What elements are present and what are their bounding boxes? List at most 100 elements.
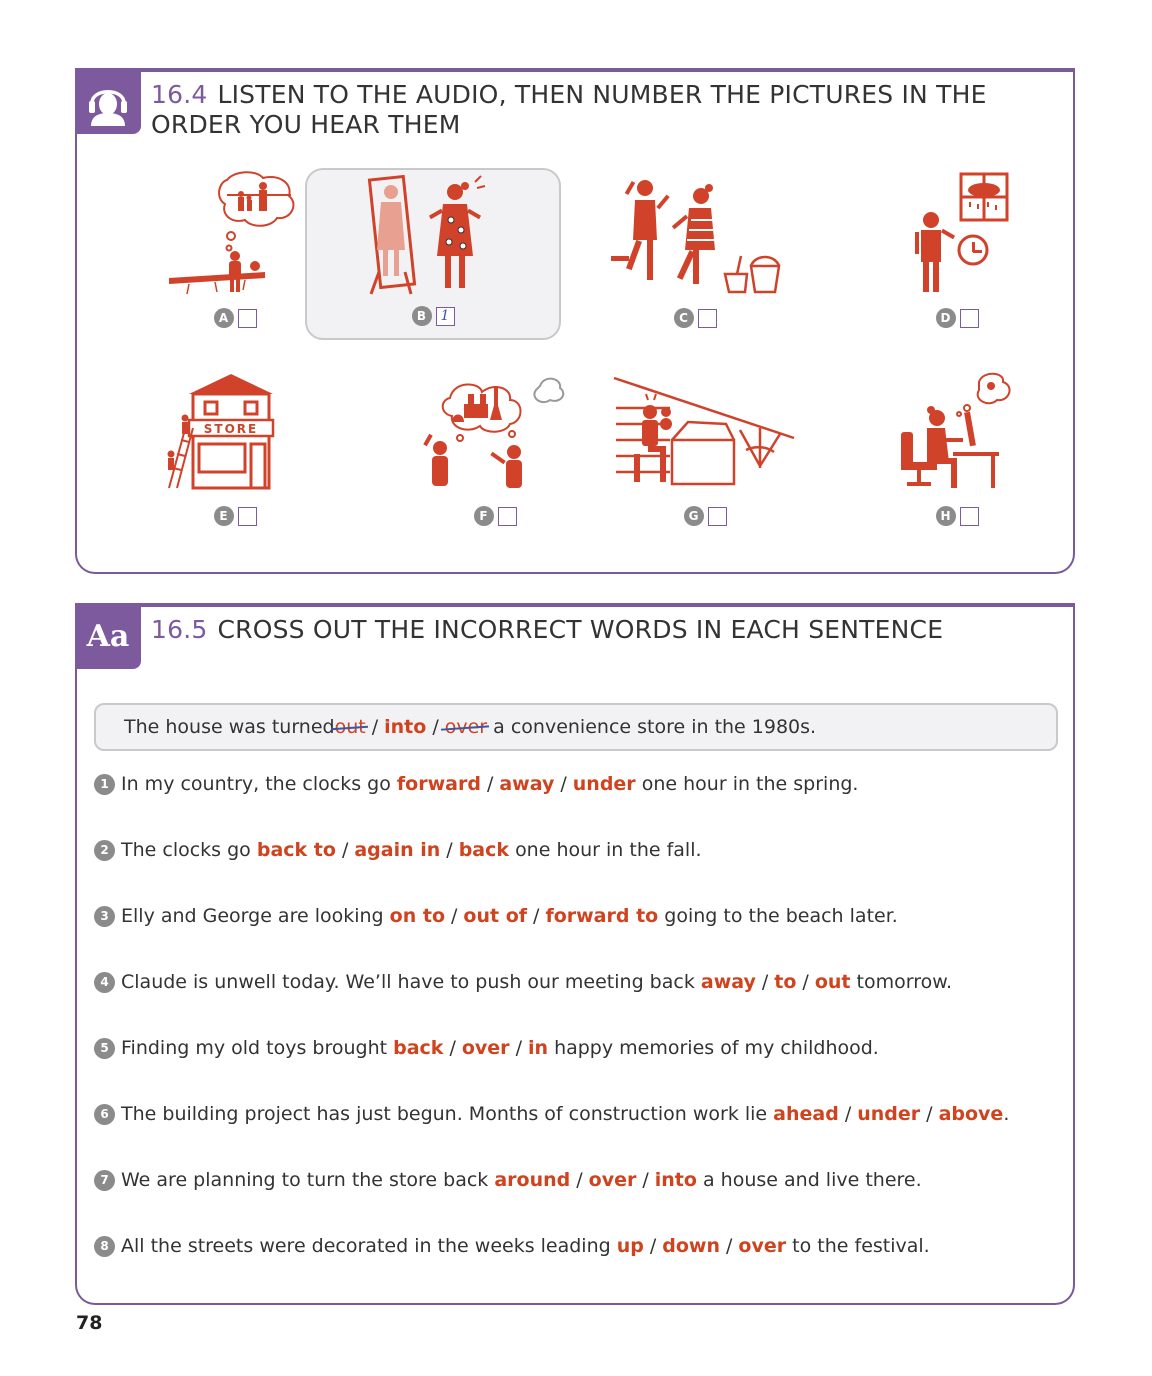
example-option-struck[interactable]: out [335, 716, 366, 738]
picture-b: B 1 [305, 168, 561, 340]
sentence-number: 3 [94, 905, 115, 927]
sentence-text: The building project has just begun. Mon… [121, 1103, 1010, 1125]
word-option[interactable]: around [494, 1169, 570, 1191]
person-remembering-family-icon [169, 171, 295, 295]
word-option[interactable]: under [857, 1103, 920, 1125]
sentence-before: Claude is unwell today. We’ll have to pu… [121, 971, 695, 993]
sentence-text: Claude is unwell today. We’ll have to pu… [121, 971, 953, 993]
word-option[interactable]: over [738, 1235, 786, 1257]
word-option[interactable]: out [815, 971, 851, 993]
headphones-person-icon [89, 90, 127, 126]
sentence-number: 7 [94, 1169, 115, 1191]
example-text-after: a convenience store in the 1980s. [493, 716, 817, 738]
example-option-correct[interactable]: into [384, 716, 426, 738]
sentence-number: 8 [94, 1235, 115, 1257]
word-option[interactable]: over [589, 1169, 637, 1191]
word-option[interactable]: away [701, 971, 756, 993]
sentence-3: 3 Elly and George are looking on to / out o… [94, 903, 1054, 929]
example-option-struck[interactable]: over [445, 716, 487, 738]
word-option[interactable]: out of [463, 905, 527, 927]
word-option[interactable]: down [662, 1235, 720, 1257]
word-option[interactable]: under [573, 773, 636, 795]
picture-d-label: D [829, 308, 1085, 328]
sentence-number: 4 [94, 971, 115, 993]
exercise-title: LISTEN TO THE AUDIO, THEN NUMBER THE PIC… [151, 80, 987, 139]
store-sign-text: STORE [204, 422, 258, 436]
picture-b-label: B 1 [307, 306, 559, 326]
vocabulary-tab: Aa [75, 603, 141, 669]
picture-c-label: C [567, 308, 823, 328]
sentence-number: 1 [94, 773, 115, 795]
picture-d: D [829, 168, 1085, 340]
listening-tab [75, 68, 141, 134]
sentence-text: Finding my old toys brought back / over / in… [121, 1037, 879, 1059]
exercise-title: CROSS OUT THE INCORRECT WORDS IN EACH SE… [217, 615, 944, 644]
word-option[interactable]: to [774, 971, 796, 993]
sentence-number: 2 [94, 839, 115, 861]
answer-box-e[interactable] [237, 506, 257, 526]
answer-box-g[interactable] [707, 506, 727, 526]
word-option[interactable]: back [459, 839, 509, 861]
letter-badge: G [683, 506, 704, 526]
picture-h-label: H [829, 506, 1085, 526]
answer-box-d[interactable] [959, 308, 979, 328]
word-option[interactable]: up [617, 1235, 644, 1257]
picture-h: H [829, 366, 1085, 538]
sentence-2: 2 The clocks go back to / again in / back one… [94, 837, 1054, 863]
sentence-after: one hour in the spring. [641, 773, 859, 795]
word-option[interactable]: again in [354, 839, 440, 861]
exercise-16-4-panel: 16.4 LISTEN TO THE AUDIO, THEN NUMBER THE… [75, 68, 1075, 574]
letter-badge: B [411, 306, 432, 326]
word-option[interactable]: into [655, 1169, 697, 1191]
sentence-before: The building project has just begun. Mon… [121, 1103, 768, 1125]
sentence-text: We are planning to turn the store back a… [121, 1169, 922, 1191]
exercise-number: 16.4 [151, 80, 208, 109]
picture-g: G [577, 366, 833, 538]
exercise-16-5-panel: Aa 16.5 CROSS OUT THE INCORRECT WORDS IN … [75, 603, 1075, 1305]
sentence-text: In my country, the clocks go forward / awa… [121, 773, 859, 795]
example-text-before: The house was turned [124, 716, 335, 738]
exercise-number: 16.5 [151, 615, 208, 644]
vocabulary-tab-label: Aa [86, 618, 130, 654]
people-dreaming-city-icon [423, 377, 565, 488]
sentence-8: 8 All the streets were decorated in the w… [94, 1233, 1054, 1259]
children-beach-icon [611, 180, 781, 294]
letter-badge: C [673, 308, 694, 328]
answer-box-a[interactable] [237, 308, 257, 328]
sentence-before: In my country, the clocks go [121, 773, 391, 795]
word-option[interactable]: above [939, 1103, 1004, 1125]
picture-e-label: E [107, 506, 363, 526]
word-option[interactable]: forward [397, 773, 481, 795]
sentence-before: Finding my old toys brought [121, 1037, 388, 1059]
letter-badge: E [213, 506, 234, 526]
word-option[interactable]: in [528, 1037, 548, 1059]
girl-mirror-dress-icon [367, 174, 486, 295]
sentence-after: happy memories of my childhood. [554, 1037, 879, 1059]
sentence-before: The clocks go [121, 839, 251, 861]
word-option[interactable]: forward to [545, 905, 658, 927]
sentence-before: We are planning to turn the store back [121, 1169, 489, 1191]
sentence-before: Elly and George are looking [121, 905, 384, 927]
word-option[interactable]: away [499, 773, 554, 795]
sentence-text: The clocks go back to / again in / back one … [121, 839, 702, 861]
sentence-after: going to the beach later. [664, 905, 898, 927]
picture-c: C [567, 168, 823, 340]
answer-box-f[interactable] [497, 506, 517, 526]
word-option[interactable]: on to [390, 905, 445, 927]
sentence-after: to the festival. [792, 1235, 930, 1257]
word-option[interactable]: back to [257, 839, 336, 861]
word-option[interactable]: ahead [773, 1103, 839, 1125]
sentence-text: All the streets were decorated in the we… [121, 1235, 930, 1257]
sentence-after: . [1003, 1103, 1010, 1125]
sentence-after: a house and live there. [703, 1169, 922, 1191]
word-option[interactable]: back [393, 1037, 443, 1059]
sentence-4: 4 Claude is unwell today. We’ll have to p… [94, 969, 1054, 995]
picture-e: STORE E [107, 366, 363, 538]
attic-toys-icon [613, 376, 795, 486]
answer-box-b[interactable]: 1 [435, 306, 455, 326]
answer-box-h[interactable] [959, 506, 979, 526]
word-option[interactable]: over [462, 1037, 510, 1059]
sentence-7: 7 We are planning to turn the store back … [94, 1167, 1054, 1193]
letter-badge: D [935, 308, 956, 328]
answer-box-c[interactable] [697, 308, 717, 328]
